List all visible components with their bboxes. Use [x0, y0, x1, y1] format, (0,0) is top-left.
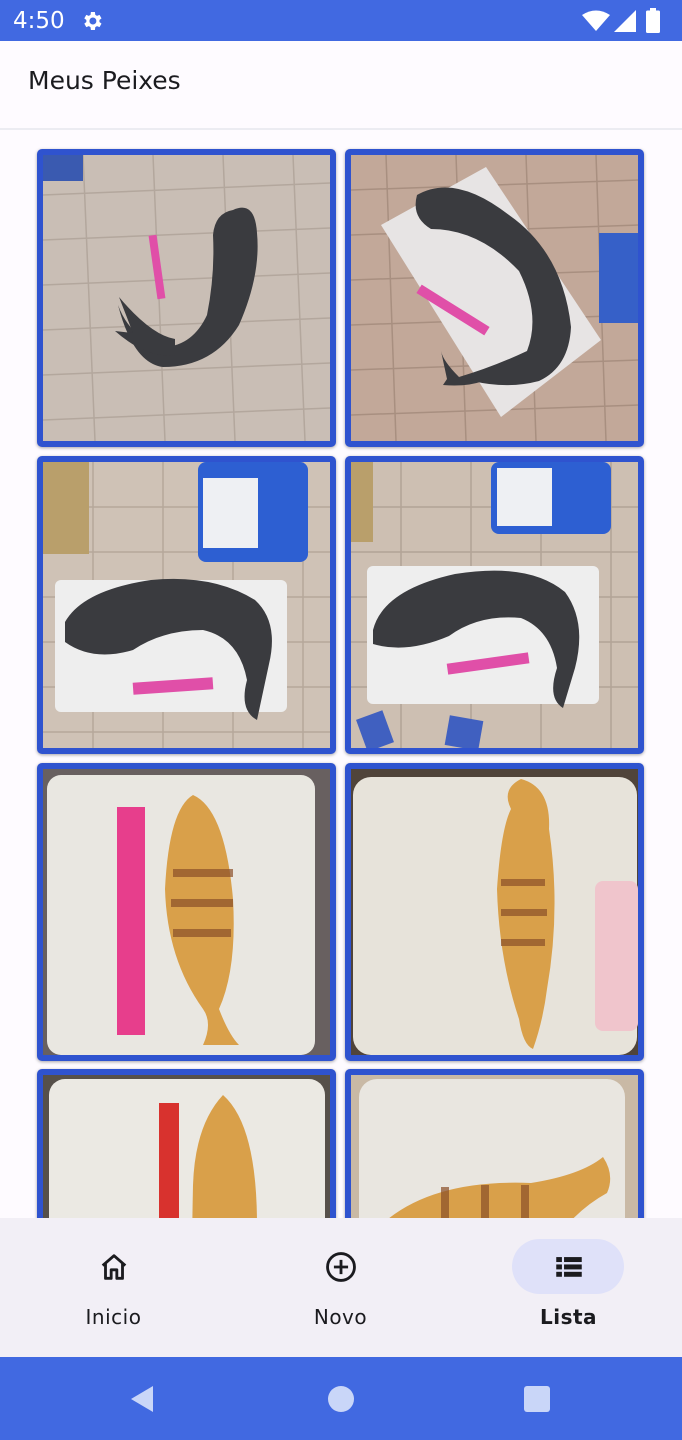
- catfish-photo: [43, 462, 330, 748]
- signal-icon: [614, 10, 636, 32]
- peacock-bass-photo: [43, 769, 330, 1055]
- add-circle-icon: [326, 1252, 356, 1282]
- gear-icon: [84, 12, 102, 30]
- system-navigation-bar: [0, 1357, 682, 1440]
- fish-photo-grid[interactable]: [0, 131, 682, 1218]
- peacock-bass-photo: [351, 769, 638, 1055]
- nav-item-lista[interactable]: Lista: [455, 1218, 682, 1357]
- wifi-icon: [582, 10, 610, 31]
- page-title: Meus Peixes: [28, 66, 181, 95]
- fish-photo-tile[interactable]: [37, 149, 336, 447]
- fish-photo-tile[interactable]: [345, 456, 644, 754]
- fish-photo-tile[interactable]: [37, 1069, 336, 1218]
- status-time: 4:50: [13, 8, 65, 34]
- app-bar: Meus Peixes: [0, 41, 682, 130]
- fish-photo-tile[interactable]: [345, 149, 644, 447]
- catfish-photo: [351, 155, 638, 441]
- nav-label-lista: Lista: [539, 1305, 598, 1329]
- nav-item-inicio[interactable]: Inicio: [0, 1218, 227, 1357]
- fish-photo-tile[interactable]: [345, 1069, 644, 1218]
- status-icons: [546, 8, 666, 34]
- fish-photo-tile[interactable]: [37, 456, 336, 754]
- fish-photo-tile[interactable]: [37, 763, 336, 1061]
- bottom-navigation: Inicio Novo Lista: [0, 1218, 682, 1357]
- peacock-bass-photo: [351, 1075, 638, 1218]
- nav-label-inicio: Inicio: [85, 1305, 142, 1329]
- catfish-photo: [351, 462, 638, 748]
- home-circle-icon[interactable]: [325, 1383, 357, 1415]
- back-icon[interactable]: [127, 1383, 159, 1415]
- home-icon: [101, 1254, 127, 1280]
- fish-photo-tile[interactable]: [345, 763, 644, 1061]
- recents-icon[interactable]: [521, 1383, 553, 1415]
- status-bar: 4:50: [0, 0, 682, 41]
- nav-item-novo[interactable]: Novo: [227, 1218, 454, 1357]
- peacock-bass-photo: [43, 1075, 330, 1218]
- nav-label-novo: Novo: [313, 1305, 368, 1329]
- battery-icon: [646, 8, 660, 33]
- list-icon: [556, 1257, 582, 1277]
- catfish-photo: [43, 155, 330, 441]
